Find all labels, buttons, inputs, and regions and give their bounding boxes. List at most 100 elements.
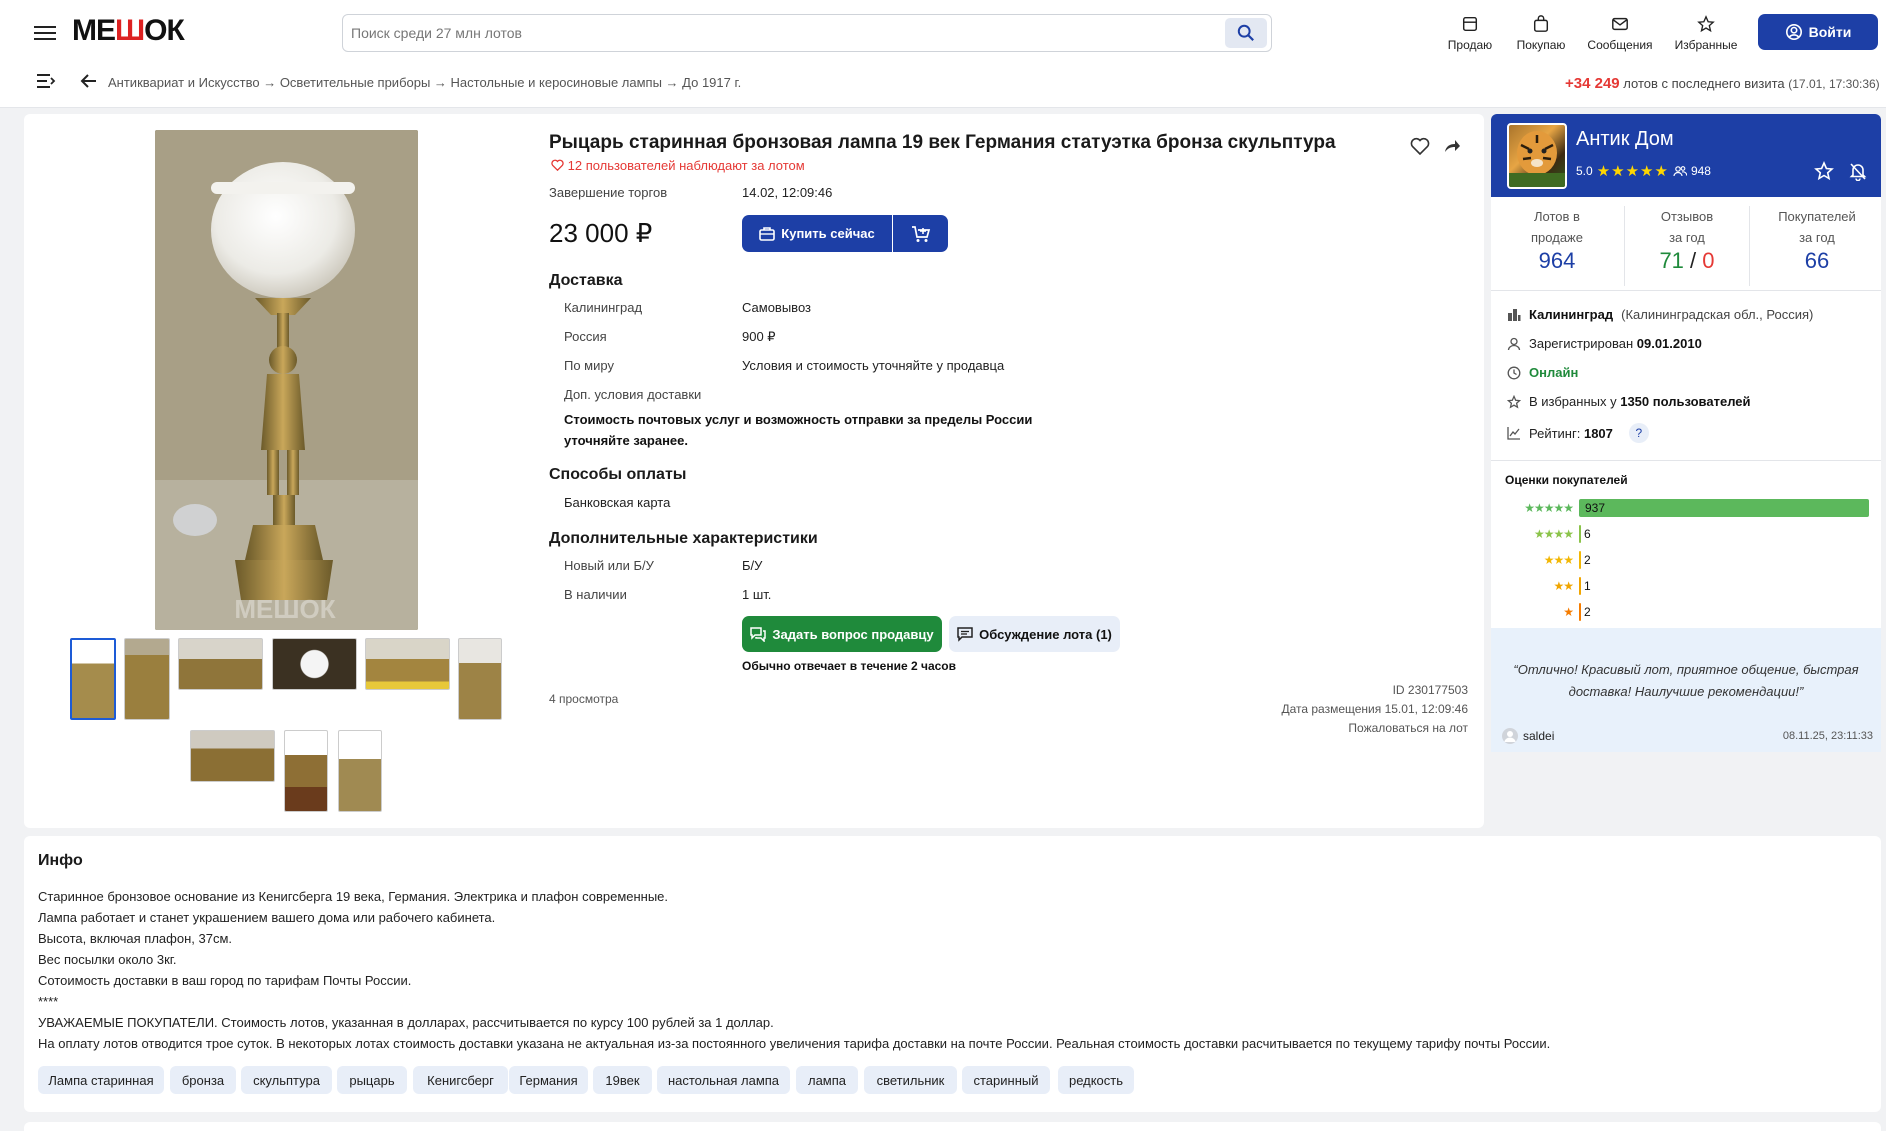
thumbnail[interactable] <box>458 638 502 720</box>
seller-city: Калининград <box>1529 307 1614 322</box>
online-status: Онлайн <box>1529 365 1579 380</box>
tag[interactable]: Кенигсберг <box>413 1066 508 1094</box>
info-line: **** <box>38 994 59 1009</box>
end-value: 14.02, 12:09:46 <box>742 185 833 200</box>
bell-off-icon[interactable] <box>1848 161 1868 181</box>
add-to-cart-button[interactable] <box>893 215 948 252</box>
rating-help-button[interactable]: ? <box>1628 423 1649 443</box>
ratings-title: Оценки покупателей <box>1505 473 1628 487</box>
user-icon <box>1507 337 1521 350</box>
info-line: Лампа работает и станет украшением вашег… <box>38 910 496 925</box>
heart-icon[interactable] <box>1410 137 1430 155</box>
tag[interactable]: старинный <box>962 1066 1050 1094</box>
seller-rating-row: Рейтинг: 1807 ? <box>1507 423 1649 443</box>
main-photo[interactable]: МЕШОК <box>155 130 418 630</box>
login-button[interactable]: Войти <box>1758 14 1878 50</box>
back-arrow-icon[interactable] <box>80 72 98 90</box>
stat-reviews[interactable]: Отзывов за год 71 / 0 <box>1624 206 1750 286</box>
rating-row[interactable]: ★★★★ 6 <box>1507 524 1591 544</box>
share-icon[interactable] <box>1443 138 1461 154</box>
rating-row[interactable]: ★★★★★ 937 <box>1507 498 1869 518</box>
rating-stars: ★★★★ <box>1533 527 1574 541</box>
breadcrumb[interactable]: Антиквариат и Искусство → Осветительные … <box>108 75 741 90</box>
tag[interactable]: рыцарь <box>337 1066 407 1094</box>
review-date: 08.11.25, 23:11:33 <box>1782 730 1873 742</box>
city-icon <box>1508 308 1521 321</box>
seller-favorites: В избранных у 1350 пользователей <box>1507 394 1751 409</box>
search-button[interactable] <box>1225 18 1267 48</box>
seller-name[interactable]: Антик Дом <box>1576 128 1674 151</box>
reviewer-name[interactable]: saldei <box>1523 729 1554 743</box>
rating-stars: ★★ <box>1553 579 1574 593</box>
thumbnail[interactable] <box>338 730 382 812</box>
comment-icon <box>957 626 973 642</box>
reviews-separator: / <box>1690 248 1697 273</box>
tag[interactable]: 19век <box>593 1066 652 1094</box>
thumbnail[interactable] <box>365 638 450 690</box>
registered-date: 09.01.2010 <box>1636 336 1702 351</box>
watchers-text: 12 пользователей наблюдают за лотом <box>567 158 805 173</box>
stat-label: Покупателей <box>1778 209 1856 224</box>
favorites-count: 1350 пользователей <box>1620 394 1751 409</box>
seller-avatar[interactable] <box>1507 123 1567 189</box>
star-icon <box>1697 15 1715 33</box>
tag[interactable]: Лампа старинная <box>38 1066 164 1094</box>
positive-reviews: 71 <box>1659 248 1684 273</box>
rating-row[interactable]: ★★★ 2 <box>1507 550 1591 570</box>
login-label: Войти <box>1808 24 1852 40</box>
thumbnail[interactable] <box>70 638 116 720</box>
tag[interactable]: светильник <box>864 1066 957 1094</box>
nav-sell[interactable]: Продаю <box>1440 14 1500 52</box>
new-lots-time: (17.01, 17:30:36) <box>1788 77 1880 91</box>
char-value: 1 шт. <box>742 587 772 602</box>
categories-menu-icon[interactable] <box>36 73 56 89</box>
discussion-button[interactable]: Обсуждение лота (1) <box>949 616 1120 652</box>
thumbnail[interactable] <box>124 638 170 720</box>
ask-seller-button[interactable]: Задать вопрос продавцу <box>742 616 942 652</box>
rating-count: 2 <box>1584 553 1591 567</box>
tag[interactable]: Германия <box>509 1066 588 1094</box>
new-lots-indicator[interactable]: +34 249 лотов с последнего визита (17.01… <box>1565 75 1880 92</box>
buy-now-button[interactable]: Купить сейчас <box>742 215 892 252</box>
thumbnail[interactable] <box>178 638 263 690</box>
info-line: Вес посылки около 3кг. <box>38 952 177 967</box>
favorite-seller-icon[interactable] <box>1814 161 1834 181</box>
delivery-value: 900 ₽ <box>742 329 776 344</box>
tag[interactable]: настольная лампа <box>657 1066 790 1094</box>
tag[interactable]: лампа <box>796 1066 858 1094</box>
registered-label: Зарегистрирован <box>1529 336 1634 351</box>
chart-line-icon <box>1507 427 1520 440</box>
nav-messages[interactable]: Сообщения <box>1582 14 1658 52</box>
divider <box>1491 290 1881 291</box>
delivery-label: Калининград <box>564 300 643 315</box>
chars-title: Дополнительные характеристики <box>549 530 818 547</box>
stat-label: продаже <box>1531 230 1583 245</box>
tag[interactable]: бронза <box>170 1066 236 1094</box>
thumbnail[interactable] <box>272 638 357 690</box>
stat-value: 66 <box>1804 248 1830 273</box>
rating-row[interactable]: ★★ 1 <box>1507 576 1591 596</box>
review-text-line: “Отлично! Красивый лот, приятное общение… <box>1513 662 1859 677</box>
lot-title: Рыцарь старинная бронзовая лампа 19 век … <box>549 132 1336 153</box>
review-text-line: доставка! Наилучшие рекомендации!” <box>1568 684 1804 699</box>
buy-now-label: Купить сейчас <box>781 226 875 241</box>
stat-buyers[interactable]: Покупателей за год 66 <box>1755 206 1879 274</box>
search-input[interactable] <box>343 15 1203 51</box>
new-lots-count: +34 249 <box>1565 75 1620 92</box>
menu-icon[interactable] <box>34 22 56 44</box>
next-card <box>24 1122 1881 1131</box>
divider <box>1491 460 1881 461</box>
thumbnail[interactable] <box>190 730 275 782</box>
nav-favorites[interactable]: Избранные <box>1668 14 1744 52</box>
tag[interactable]: скульптура <box>241 1066 332 1094</box>
report-link[interactable]: Пожаловаться на лот <box>1230 721 1468 735</box>
stat-lots-for-sale[interactable]: Лотов в продаже 964 <box>1495 206 1619 274</box>
site-logo[interactable]: МЕШОК <box>72 14 185 48</box>
rating-count: 937 <box>1585 501 1606 515</box>
thumbnail[interactable] <box>284 730 328 812</box>
clock-icon <box>1507 366 1521 379</box>
rating-row[interactable]: ★ 2 <box>1507 602 1591 622</box>
seller-rating-value: 5.0 <box>1576 164 1593 178</box>
nav-buy[interactable]: Покупаю <box>1510 14 1572 52</box>
tag[interactable]: редкость <box>1058 1066 1134 1094</box>
